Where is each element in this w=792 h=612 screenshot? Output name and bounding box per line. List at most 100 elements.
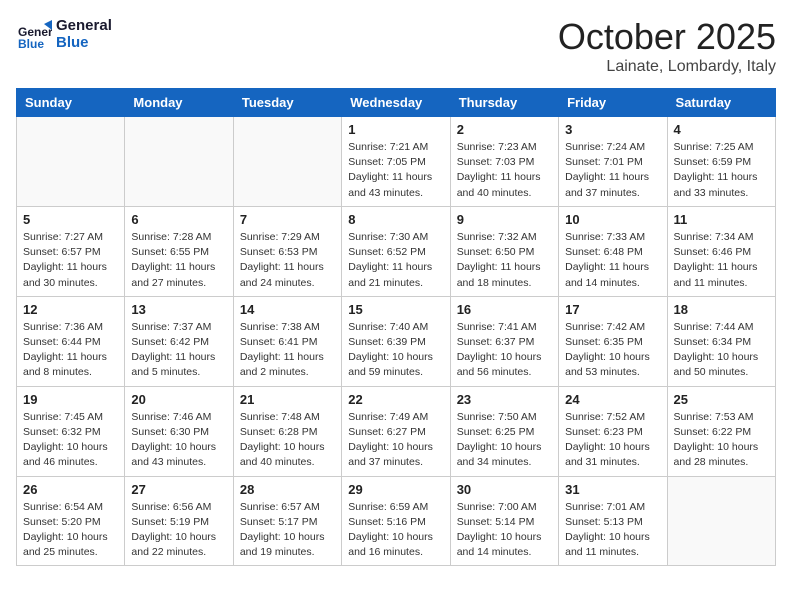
logo-blue: Blue (56, 34, 112, 51)
day-info: Sunrise: 6:59 AMSunset: 5:16 PMDaylight:… (348, 500, 443, 561)
calendar-cell: 4Sunrise: 7:25 AMSunset: 6:59 PMDaylight… (667, 117, 775, 207)
day-number: 14 (240, 302, 335, 317)
day-info: Sunrise: 7:00 AMSunset: 5:14 PMDaylight:… (457, 500, 552, 561)
day-info: Sunrise: 6:56 AMSunset: 5:19 PMDaylight:… (131, 500, 226, 561)
day-number: 3 (565, 122, 660, 137)
calendar-cell: 31Sunrise: 7:01 AMSunset: 5:13 PMDayligh… (559, 476, 667, 566)
title-block: October 2025 Lainate, Lombardy, Italy (558, 16, 776, 76)
day-number: 29 (348, 482, 443, 497)
calendar-cell: 22Sunrise: 7:49 AMSunset: 6:27 PMDayligh… (342, 386, 450, 476)
day-info: Sunrise: 7:38 AMSunset: 6:41 PMDaylight:… (240, 320, 335, 381)
svg-text:Blue: Blue (18, 37, 44, 51)
day-info: Sunrise: 7:50 AMSunset: 6:25 PMDaylight:… (457, 410, 552, 471)
day-info: Sunrise: 7:27 AMSunset: 6:57 PMDaylight:… (23, 230, 118, 291)
day-number: 2 (457, 122, 552, 137)
day-info: Sunrise: 7:01 AMSunset: 5:13 PMDaylight:… (565, 500, 660, 561)
day-number: 1 (348, 122, 443, 137)
calendar-cell: 10 Sunrise: 7:33 AMSunset: 6:48 PMDayligh… (559, 206, 667, 296)
week-row-2: 5Sunrise: 7:27 AMSunset: 6:57 PMDaylight… (17, 206, 776, 296)
day-number: 27 (131, 482, 226, 497)
calendar-cell: 26 Sunrise: 6:54 AMSunset: 5:20 PMDayligh… (17, 476, 125, 566)
calendar-cell: 23 Sunrise: 7:50 AMSunset: 6:25 PMDayligh… (450, 386, 558, 476)
calendar-cell: 25 Sunrise: 7:53 AMSunset: 6:22 PMDayligh… (667, 386, 775, 476)
calendar-cell: 13 Sunrise: 7:37 AMSunset: 6:42 PMDayligh… (125, 296, 233, 386)
day-number: 20 (131, 392, 226, 407)
calendar-cell: 11 Sunrise: 7:34 AMSunset: 6:46 PMDayligh… (667, 206, 775, 296)
logo: General Blue General Blue (16, 16, 112, 52)
day-info: Sunrise: 7:44 AMSunset: 6:34 PMDaylight:… (674, 320, 769, 381)
day-info: Sunrise: 7:34 AMSunset: 6:46 PMDaylight:… (674, 230, 769, 291)
calendar-cell: 15 Sunrise: 7:40 AMSunset: 6:39 PMDayligh… (342, 296, 450, 386)
week-row-3: 12Sunrise: 7:36 AMSunset: 6:44 PMDayligh… (17, 296, 776, 386)
calendar-cell: 14 Sunrise: 7:38 AMSunset: 6:41 PMDayligh… (233, 296, 341, 386)
calendar-cell: 21Sunrise: 7:48 AMSunset: 6:28 PMDayligh… (233, 386, 341, 476)
day-number: 13 (131, 302, 226, 317)
day-number: 24 (565, 392, 660, 407)
calendar-cell: 24 Sunrise: 7:52 AMSunset: 6:23 PMDayligh… (559, 386, 667, 476)
day-info: Sunrise: 7:40 AMSunset: 6:39 PMDaylight:… (348, 320, 443, 381)
weekday-header-thursday: Thursday (450, 89, 558, 117)
calendar-cell: 29 Sunrise: 6:59 AMSunset: 5:16 PMDayligh… (342, 476, 450, 566)
calendar-cell: 19Sunrise: 7:45 AMSunset: 6:32 PMDayligh… (17, 386, 125, 476)
weekday-header-wednesday: Wednesday (342, 89, 450, 117)
calendar-cell (17, 117, 125, 207)
day-info: Sunrise: 7:29 AMSunset: 6:53 PMDaylight:… (240, 230, 335, 291)
day-info: Sunrise: 7:41 AMSunset: 6:37 PMDaylight:… (457, 320, 552, 381)
day-info: Sunrise: 6:54 AMSunset: 5:20 PMDaylight:… (23, 500, 118, 561)
calendar-cell: 7 Sunrise: 7:29 AMSunset: 6:53 PMDaylight… (233, 206, 341, 296)
weekday-header-friday: Friday (559, 89, 667, 117)
day-number: 28 (240, 482, 335, 497)
day-number: 23 (457, 392, 552, 407)
calendar-cell (667, 476, 775, 566)
day-number: 15 (348, 302, 443, 317)
week-row-4: 19Sunrise: 7:45 AMSunset: 6:32 PMDayligh… (17, 386, 776, 476)
day-number: 8 (348, 212, 443, 227)
week-row-5: 26 Sunrise: 6:54 AMSunset: 5:20 PMDayligh… (17, 476, 776, 566)
location-title: Lainate, Lombardy, Italy (558, 58, 776, 76)
weekday-header-tuesday: Tuesday (233, 89, 341, 117)
day-info: Sunrise: 7:23 AMSunset: 7:03 PMDaylight:… (457, 140, 552, 201)
day-info: Sunrise: 7:21 AMSunset: 7:05 PMDaylight:… (348, 140, 443, 201)
calendar-cell: 6 Sunrise: 7:28 AMSunset: 6:55 PMDaylight… (125, 206, 233, 296)
day-info: Sunrise: 7:52 AMSunset: 6:23 PMDaylight:… (565, 410, 660, 471)
calendar-cell: 8 Sunrise: 7:30 AMSunset: 6:52 PMDaylight… (342, 206, 450, 296)
day-number: 7 (240, 212, 335, 227)
day-info: Sunrise: 7:25 AMSunset: 6:59 PMDaylight:… (674, 140, 769, 201)
day-number: 6 (131, 212, 226, 227)
calendar-cell: 1 Sunrise: 7:21 AMSunset: 7:05 PMDaylight… (342, 117, 450, 207)
day-number: 9 (457, 212, 552, 227)
day-number: 11 (674, 212, 769, 227)
day-number: 30 (457, 482, 552, 497)
day-info: Sunrise: 7:53 AMSunset: 6:22 PMDaylight:… (674, 410, 769, 471)
calendar-cell: 16Sunrise: 7:41 AMSunset: 6:37 PMDayligh… (450, 296, 558, 386)
day-number: 18 (674, 302, 769, 317)
calendar-cell (233, 117, 341, 207)
day-info: Sunrise: 7:30 AMSunset: 6:52 PMDaylight:… (348, 230, 443, 291)
day-info: Sunrise: 7:28 AMSunset: 6:55 PMDaylight:… (131, 230, 226, 291)
day-number: 25 (674, 392, 769, 407)
day-number: 10 (565, 212, 660, 227)
calendar-cell: 5Sunrise: 7:27 AMSunset: 6:57 PMDaylight… (17, 206, 125, 296)
day-info: Sunrise: 7:24 AMSunset: 7:01 PMDaylight:… (565, 140, 660, 201)
calendar-cell: 30 Sunrise: 7:00 AMSunset: 5:14 PMDayligh… (450, 476, 558, 566)
calendar-cell (125, 117, 233, 207)
day-info: Sunrise: 6:57 AMSunset: 5:17 PMDaylight:… (240, 500, 335, 561)
weekday-header-saturday: Saturday (667, 89, 775, 117)
day-info: Sunrise: 7:33 AMSunset: 6:48 PMDaylight:… (565, 230, 660, 291)
weekday-header-sunday: Sunday (17, 89, 125, 117)
day-number: 26 (23, 482, 118, 497)
day-info: Sunrise: 7:32 AMSunset: 6:50 PMDaylight:… (457, 230, 552, 291)
day-number: 19 (23, 392, 118, 407)
day-info: Sunrise: 7:37 AMSunset: 6:42 PMDaylight:… (131, 320, 226, 381)
calendar-cell: 2 Sunrise: 7:23 AMSunset: 7:03 PMDaylight… (450, 117, 558, 207)
day-info: Sunrise: 7:36 AMSunset: 6:44 PMDaylight:… (23, 320, 118, 381)
calendar-cell: 28 Sunrise: 6:57 AMSunset: 5:17 PMDayligh… (233, 476, 341, 566)
logo-general: General (56, 17, 112, 34)
calendar-cell: 18 Sunrise: 7:44 AMSunset: 6:34 PMDayligh… (667, 296, 775, 386)
calendar-cell: 3 Sunrise: 7:24 AMSunset: 7:01 PMDaylight… (559, 117, 667, 207)
week-row-1: 1 Sunrise: 7:21 AMSunset: 7:05 PMDaylight… (17, 117, 776, 207)
day-number: 22 (348, 392, 443, 407)
calendar-cell: 27 Sunrise: 6:56 AMSunset: 5:19 PMDayligh… (125, 476, 233, 566)
calendar-table: SundayMondayTuesdayWednesdayThursdayFrid… (16, 88, 776, 566)
calendar-cell: 17Sunrise: 7:42 AMSunset: 6:35 PMDayligh… (559, 296, 667, 386)
